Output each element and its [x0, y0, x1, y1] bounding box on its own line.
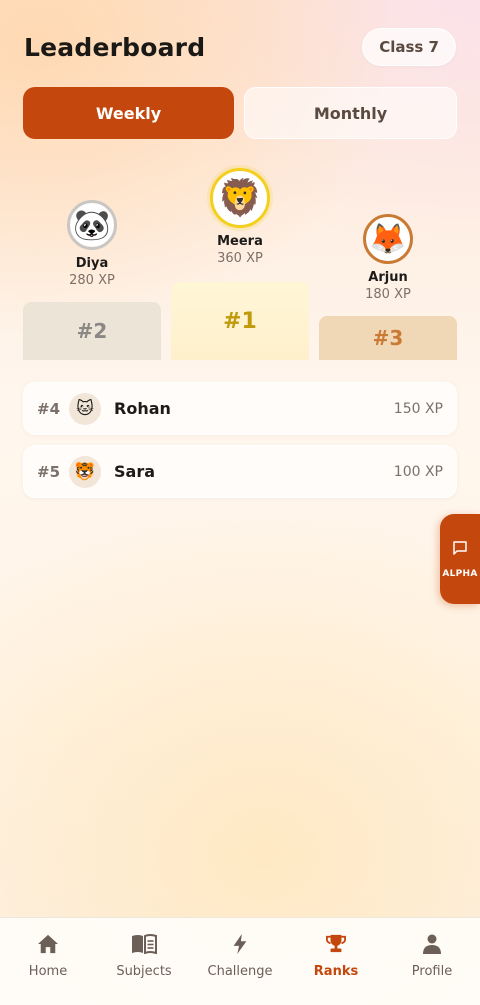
list-item[interactable]: #4 🐱 Rohan 150 XP: [23, 382, 457, 435]
tiger-avatar: 🐯: [69, 455, 101, 488]
lion-avatar: 🦁: [210, 168, 270, 228]
header: Leaderboard Class 7: [24, 26, 456, 68]
podium-third-xp: 180 XP: [365, 287, 411, 302]
tab-monthly[interactable]: Monthly: [244, 87, 457, 139]
alpha-label: ALPHA: [442, 569, 478, 579]
podium-block-third: #3: [319, 316, 457, 360]
podium-first-rank: #1: [223, 308, 257, 334]
podium-block-second: #2: [23, 302, 161, 360]
podium-second-name: Diya: [75, 256, 109, 271]
podium-first[interactable]: 🦁 Meera 360 XP: [171, 168, 309, 266]
podium-first-name: Meera: [217, 234, 263, 249]
leaderboard-list: #4 🐱 Rohan 150 XP #5 🐯 Sara 100 XP: [23, 382, 457, 508]
nav-challenge-label: Challenge: [207, 964, 273, 979]
home-icon: [37, 934, 59, 958]
nav-ranks[interactable]: Ranks: [288, 934, 384, 979]
book-icon: [131, 934, 157, 958]
cat-avatar: 🐱: [69, 392, 101, 425]
list-item-xp: 100 XP: [393, 463, 443, 480]
page-title: Leaderboard: [24, 32, 206, 62]
fox-avatar: 🦊: [363, 214, 413, 264]
chat-bubble-icon: [451, 539, 469, 561]
nav-profile-label: Profile: [411, 964, 453, 979]
list-item-xp: 150 XP: [393, 400, 443, 417]
podium-second-rank: #2: [76, 319, 108, 343]
list-item-rank: #5: [37, 462, 61, 481]
nav-home-label: Home: [28, 964, 68, 979]
nav-subjects-label: Subjects: [116, 964, 172, 979]
podium-first-xp: 360 XP: [217, 251, 263, 266]
nav-ranks-label: Ranks: [313, 964, 359, 979]
panda-avatar: 🐼: [67, 200, 117, 250]
podium-third-name: Arjun: [368, 270, 408, 285]
person-icon: [422, 934, 442, 958]
list-item[interactable]: #5 🐯 Sara 100 XP: [23, 445, 457, 498]
nav-subjects[interactable]: Subjects: [96, 934, 192, 979]
lightning-icon: [232, 934, 248, 958]
alpha-chat-button[interactable]: ALPHA: [440, 514, 480, 604]
podium-block-first: #1: [171, 282, 309, 360]
nav-home[interactable]: Home: [0, 934, 96, 979]
podium-second-xp: 280 XP: [69, 273, 115, 288]
nav-challenge[interactable]: Challenge: [192, 934, 288, 979]
podium-third[interactable]: 🦊 Arjun 180 XP: [319, 214, 457, 302]
tab-weekly[interactable]: Weekly: [23, 87, 234, 139]
podium: 🐼 Diya 280 XP #2 🦁 Meera 360 XP #1 🦊 Arj…: [23, 160, 457, 360]
class-selector[interactable]: Class 7: [362, 28, 456, 66]
trophy-icon: [325, 934, 347, 958]
period-tabs: Weekly Monthly: [23, 87, 457, 139]
list-item-name: Sara: [114, 462, 156, 481]
list-item-name: Rohan: [114, 399, 171, 418]
podium-second[interactable]: 🐼 Diya 280 XP: [23, 200, 161, 288]
nav-profile[interactable]: Profile: [384, 934, 480, 979]
bottom-nav: Home Subjects Challenge Ranks Profile: [0, 917, 480, 1005]
list-item-rank: #4: [37, 399, 61, 418]
podium-third-rank: #3: [372, 326, 404, 350]
